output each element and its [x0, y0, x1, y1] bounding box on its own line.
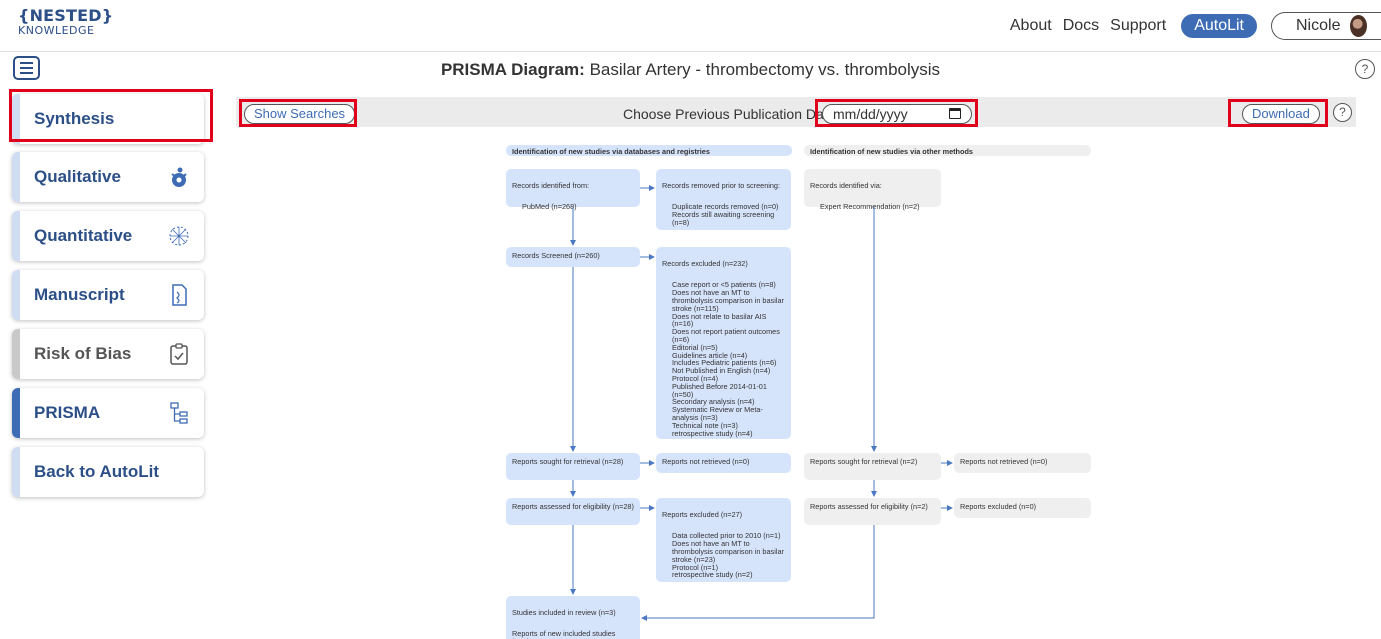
prisma-text: PubMed (n=268): [522, 202, 577, 212]
help-icon[interactable]: ?: [1333, 103, 1352, 122]
about-link[interactable]: About: [1010, 17, 1052, 35]
prisma-flow-icon: [166, 400, 192, 426]
prisma-text: Records excluded (n=232): [662, 258, 748, 268]
brand-line1: {NESTED}: [18, 6, 114, 25]
prisma-text: Duplicate records removed (n=0) Records …: [672, 202, 779, 227]
qualitative-icon: [166, 164, 192, 190]
prisma-box-removed: Records removed prior to screening: Dupl…: [656, 169, 791, 230]
support-link[interactable]: Support: [1110, 17, 1166, 35]
prisma-header-other: Identification of new studies via other …: [804, 145, 1091, 156]
sidebar-item-manuscript[interactable]: Manuscript: [12, 270, 204, 320]
prisma-text: Expert Recommendation (n=2): [820, 202, 920, 212]
show-searches-button[interactable]: Show Searches: [244, 104, 356, 124]
autolit-button[interactable]: AutoLit: [1181, 14, 1257, 38]
prisma-box-excluded: Records excluded (n=232) Case report or …: [656, 247, 791, 439]
clipboard-check-icon: [166, 341, 192, 367]
date-placeholder: mm/dd/yyyy: [833, 106, 908, 122]
user-name: Nicole: [1296, 17, 1341, 34]
sidebar-item-label: Manuscript: [34, 285, 125, 304]
header-divider: [0, 51, 1381, 52]
prisma-box-sought: Reports sought for retrieval (n=28): [506, 453, 640, 480]
page-title-bold: PRISMA Diagram:: [440, 60, 585, 79]
prisma-header-databases: Identification of new studies via databa…: [506, 145, 792, 156]
prisma-text: Reports of new included studies (n=3): [512, 629, 616, 639]
sidebar-item-prisma[interactable]: PRISMA: [12, 388, 204, 438]
sidebar-item-label: Qualitative: [34, 167, 121, 186]
sidebar-item-quantitative[interactable]: Quantitative: [12, 211, 204, 261]
sidebar-item-label: Back to AutoLit: [34, 462, 159, 481]
prisma-text: Records identified via:: [810, 180, 882, 190]
prisma-text: Studies included in review (n=3): [512, 607, 616, 617]
prisma-box-assessed: Reports assessed for eligibility (n=28): [506, 498, 640, 525]
avatar: [1350, 15, 1367, 37]
user-menu-button[interactable]: Nicole: [1271, 12, 1381, 40]
help-icon[interactable]: ?: [1355, 59, 1375, 79]
sidebar-item-synthesis[interactable]: Synthesis: [12, 94, 204, 144]
prisma-box-other-not-retrieved: Reports not retrieved (n=0): [954, 453, 1091, 473]
sidebar-item-label: Synthesis: [34, 109, 115, 128]
page-title: PRISMA Diagram: Basilar Artery - thrombe…: [0, 60, 1381, 80]
prisma-box-other-excluded: Reports excluded (n=0): [954, 498, 1091, 518]
sidebar-item-back-to-autolit[interactable]: Back to AutoLit: [12, 447, 204, 497]
download-button[interactable]: Download: [1242, 104, 1320, 124]
prisma-box-screened: Records Screened (n=260): [506, 247, 640, 267]
sidebar-item-label: Risk of Bias: [34, 344, 132, 363]
prisma-text: Data collected prior to 2010 (n=1) Does …: [672, 531, 784, 580]
prisma-text: Records removed prior to screening:: [662, 180, 781, 190]
publication-date-label: Choose Previous Publication Date: [623, 106, 836, 122]
prisma-text: Records identified from:: [512, 180, 590, 190]
calendar-icon[interactable]: [949, 108, 961, 119]
prisma-box-other-assessed: Reports assessed for eligibility (n=2): [804, 498, 941, 525]
page-title-text: Basilar Artery - thrombectomy vs. thromb…: [584, 60, 941, 79]
docs-link[interactable]: Docs: [1063, 17, 1099, 35]
prisma-text: Case report or <5 patients (n=8) Does no…: [672, 280, 784, 438]
prisma-box-included: Studies included in review (n=3) Reports…: [506, 596, 640, 639]
publication-date-input[interactable]: mm/dd/yyyy: [822, 104, 972, 124]
prisma-box-other-identified: Records identified via: Expert Recommend…: [804, 169, 941, 211]
manuscript-icon: [166, 282, 192, 308]
brand-logo[interactable]: {NESTED} KNOWLEDGE: [18, 6, 114, 37]
prisma-box-identified: Records identified from: PubMed (n=268): [506, 169, 640, 211]
prisma-box-not-retrieved: Reports not retrieved (n=0): [656, 453, 791, 473]
sidebar-item-label: Quantitative: [34, 226, 133, 245]
quantitative-icon: [166, 223, 192, 249]
prisma-box-reports-excluded: Reports excluded (n=27) Data collected p…: [656, 498, 791, 582]
sidebar-item-qualitative[interactable]: Qualitative: [12, 152, 204, 202]
sidebar-item-risk-of-bias[interactable]: Risk of Bias: [12, 329, 204, 379]
sidebar-item-label: PRISMA: [34, 403, 101, 422]
prisma-text: Reports excluded (n=27): [662, 509, 743, 519]
top-nav: About Docs Support AutoLit Nicole: [1010, 12, 1381, 40]
brand-line2: KNOWLEDGE: [18, 24, 95, 37]
prisma-box-other-sought: Reports sought for retrieval (n=2): [804, 453, 941, 480]
